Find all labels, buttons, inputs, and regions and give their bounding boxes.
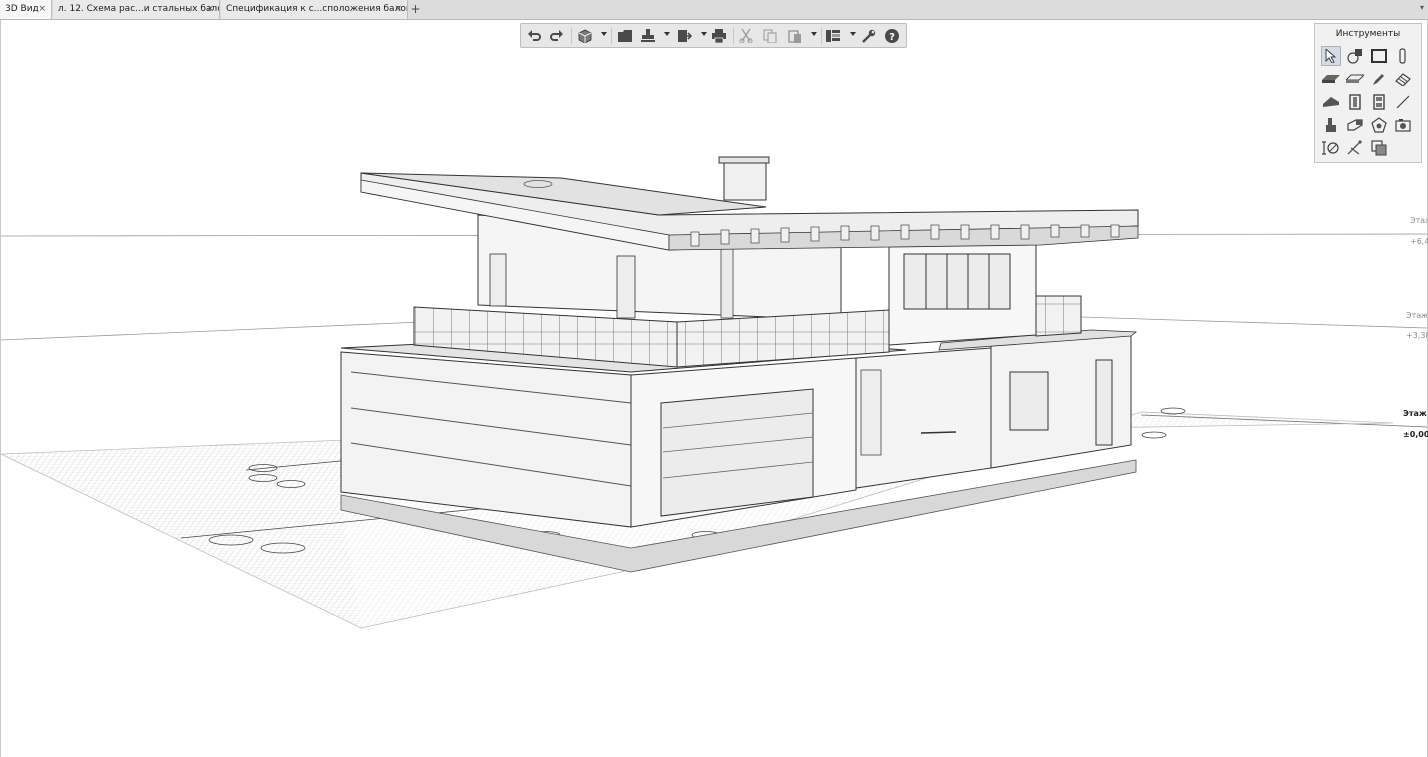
level-elevation: +3,30 — [1406, 331, 1428, 340]
tab-beam-specification[interactable]: Спецификация к с...сположения балок × — [221, 0, 408, 19]
line-tool-icon[interactable] — [1393, 92, 1413, 112]
slab-tool-icon[interactable] — [1321, 69, 1341, 89]
tab-3d-view[interactable]: 3D Вид × — [0, 0, 52, 19]
tab-list-menu-icon[interactable]: ▾ — [1420, 3, 1424, 12]
rectangle-frame-tool-icon[interactable] — [1369, 46, 1389, 66]
eraser-icon[interactable] — [1393, 69, 1413, 89]
folder-icon[interactable] — [616, 27, 634, 45]
level-line — [1, 321, 422, 341]
pencil-icon[interactable] — [1369, 69, 1389, 89]
wrench-icon[interactable] — [860, 27, 878, 45]
layers-icon[interactable] — [825, 27, 843, 45]
paste-icon[interactable] — [786, 27, 804, 45]
level-elevation: +6,4 — [1410, 237, 1428, 246]
print-icon[interactable] — [710, 27, 728, 45]
help-icon[interactable]: ? — [883, 27, 901, 45]
copy-icon[interactable] — [761, 27, 779, 45]
window-band — [903, 253, 1011, 310]
stamp-icon[interactable] — [639, 27, 657, 45]
3d-view-icon[interactable] — [576, 27, 594, 45]
trim-tool-icon[interactable] — [1345, 138, 1365, 158]
dimension-tool-icon[interactable] — [1321, 138, 1341, 158]
add-tab-button[interactable]: + — [409, 0, 422, 19]
chimney — [723, 161, 767, 201]
axis-marker — [1141, 431, 1167, 439]
document-tab-bar: 3D Вид × л. 12. Схема рас...и стальных б… — [0, 0, 1428, 20]
level-line — [1080, 316, 1427, 329]
camera-tool-icon[interactable] — [1393, 115, 1413, 135]
chevron-down-icon[interactable] — [811, 32, 817, 36]
column-tool-icon[interactable] — [1393, 46, 1413, 66]
window-tool-icon[interactable] — [1369, 92, 1389, 112]
railing-tool-icon[interactable] — [1345, 115, 1365, 135]
tab-label: 3D Вид — [5, 4, 39, 14]
export-icon[interactable] — [676, 27, 694, 45]
window — [489, 253, 507, 307]
stair-tool-icon[interactable] — [1321, 115, 1341, 135]
3d-model-scene — [1, 156, 1427, 629]
window — [616, 255, 636, 319]
chevron-down-icon[interactable] — [850, 32, 856, 36]
tab-label: Спецификация к с...сположения балок — [226, 4, 408, 14]
level-label: Этаж — [1410, 216, 1428, 225]
object-tool-icon[interactable] — [1369, 115, 1389, 135]
select-tool-icon[interactable] — [1321, 46, 1341, 66]
close-icon[interactable]: × — [206, 0, 214, 19]
chevron-down-icon[interactable] — [664, 32, 670, 36]
tools-panel: Инструменты — [1314, 23, 1422, 163]
balcony-railing — [1035, 295, 1082, 337]
main-toolbar: ? — [520, 23, 907, 48]
close-icon[interactable]: × — [38, 0, 46, 19]
ground-grid — [1, 440, 361, 628]
cut-icon[interactable] — [737, 27, 755, 45]
3d-viewport[interactable]: Этаж +6,4 Этаж +3,30 Этаж ±0,00 — [0, 20, 1428, 757]
chevron-down-icon[interactable] — [601, 32, 607, 36]
level-label: Этаж — [1403, 409, 1427, 418]
window — [1009, 371, 1049, 431]
tab-beam-layout-sheet[interactable]: л. 12. Схема рас...и стальных балок × — [53, 0, 220, 19]
level-elevation: ±0,00 — [1403, 430, 1428, 439]
svg-text:?: ? — [889, 32, 895, 43]
shapes-tool-icon[interactable] — [1345, 46, 1365, 66]
chevron-down-icon[interactable] — [701, 32, 707, 36]
undo-icon[interactable] — [525, 27, 543, 45]
level-label: Этаж — [1406, 311, 1428, 320]
beam-tool-icon[interactable] — [1345, 69, 1365, 89]
garage-door — [660, 388, 814, 517]
entrance-door — [860, 369, 882, 456]
tab-label: л. 12. Схема рас...и стальных балок — [58, 4, 220, 14]
door-tool-icon[interactable] — [1345, 92, 1365, 112]
fill-tool-icon[interactable] — [1369, 138, 1389, 158]
close-icon[interactable]: × — [394, 0, 402, 19]
tools-panel-title: Инструменты — [1335, 29, 1401, 39]
door — [1095, 359, 1113, 446]
roof-tool-icon[interactable] — [1321, 92, 1341, 112]
redo-icon[interactable] — [548, 27, 566, 45]
